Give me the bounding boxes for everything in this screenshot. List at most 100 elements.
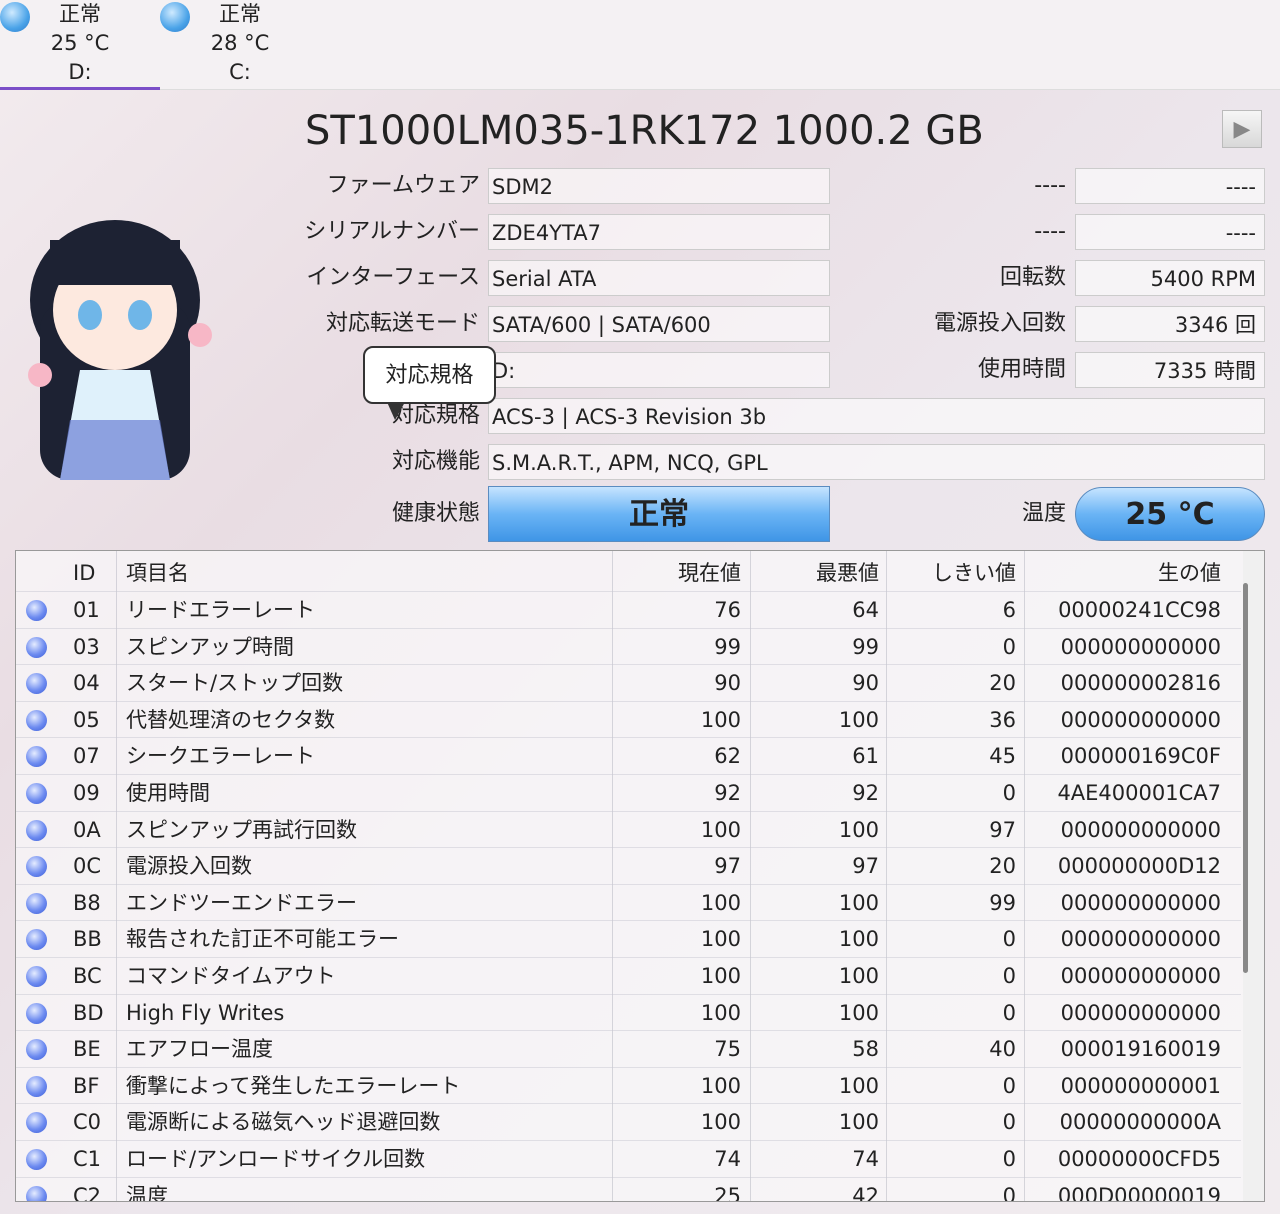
power-on-hours-label: 使用時間 (977, 357, 1066, 382)
table-row[interactable]: BB 報告された訂正不可能エラー 100 100 0 000000000000 (16, 921, 1241, 958)
drive-letter: C: (229, 60, 251, 84)
attr-id: B8 (73, 890, 101, 915)
table-row[interactable]: 01 リードエラーレート 76 64 6 00000241CC98 (16, 592, 1241, 629)
table-row[interactable]: 05 代替処理済のセクタ数 100 100 36 000000000000 (16, 702, 1241, 739)
table-header: ID 項目名 現在値 最悪値 しきい値 生の値 (16, 555, 1241, 592)
header-worst[interactable]: 最悪値 (816, 555, 879, 591)
attr-worst: 100 (838, 1000, 879, 1025)
attr-id: BC (73, 964, 102, 988)
right-value-1: ---- (1075, 168, 1265, 204)
table-row[interactable]: BD High Fly Writes 100 100 0 000000000000 (16, 995, 1241, 1032)
attr-raw: 000000000000 (1060, 964, 1221, 988)
temperature-label: 温度 (1021, 501, 1066, 526)
table-row[interactable]: 09 使用時間 92 92 0 4AE400001CA7 (16, 775, 1241, 812)
attr-worst: 99 (852, 634, 879, 659)
attr-raw: 000000000000 (1060, 1000, 1221, 1025)
table-row[interactable]: 07 シークエラーレート 62 61 45 000000169C0F (16, 738, 1241, 775)
smart-table: ID 項目名 現在値 最悪値 しきい値 生の値 01 リードエラーレート 76 64 6… (15, 550, 1265, 1202)
attr-current: 97 (714, 854, 741, 879)
attr-id: C2 (73, 1183, 102, 1202)
attr-threshold: 99 (989, 890, 1016, 915)
right-value-2: ---- (1075, 214, 1265, 250)
attr-name: High Fly Writes (126, 1000, 285, 1025)
table-row[interactable]: B8 エンドツーエンドエラー 100 100 99 000000000000 (16, 885, 1241, 922)
status-dot-icon (0, 2, 30, 32)
attr-current: 90 (714, 671, 741, 696)
power-on-count-label: 電源投入回数 (933, 311, 1066, 336)
attr-raw: 000000000000 (1060, 634, 1221, 659)
attr-threshold: 0 (1002, 964, 1016, 988)
firmware-label: ファームウェア (326, 173, 480, 198)
features-label: 対応機能 (391, 449, 480, 474)
drive-status: 正常 (219, 2, 261, 26)
right-label-1: ---- (1034, 173, 1066, 198)
attr-threshold: 6 (1002, 598, 1016, 622)
attr-worst: 100 (838, 1073, 879, 1098)
status-dot-icon (160, 2, 190, 32)
attr-threshold: 45 (989, 744, 1016, 769)
attr-name: コマンドタイムアウト (126, 964, 336, 988)
attr-raw: 000000000000 (1060, 927, 1221, 952)
serial-label: シリアルナンバー (304, 219, 480, 244)
status-dot-icon (26, 1075, 47, 1097)
attr-name: ロード/アンロードサイクル回数 (126, 1147, 426, 1171)
attr-raw: 00000000CFD5 (1057, 1147, 1221, 1171)
table-row[interactable]: 0A スピンアップ再試行回数 100 100 97 000000000000 (16, 812, 1241, 849)
attr-id: 03 (73, 634, 100, 659)
firmware-value: SDM2 (488, 168, 830, 204)
attr-current: 76 (714, 598, 741, 622)
table-row[interactable]: C0 電源断による磁気ヘッド退避回数 100 100 0 00000000000A (16, 1104, 1241, 1141)
header-threshold[interactable]: しきい値 (932, 555, 1016, 591)
status-dot-icon (26, 856, 47, 878)
attr-id: 01 (73, 598, 100, 622)
attr-current: 100 (700, 927, 741, 952)
attr-name: 電源断による磁気ヘッド退避回数 (126, 1110, 441, 1135)
table-row[interactable]: BC コマンドタイムアウト 100 100 0 000000000000 (16, 958, 1241, 995)
status-dot-icon (26, 1112, 47, 1134)
next-drive-button[interactable]: ▶ (1222, 110, 1262, 148)
header-current[interactable]: 現在値 (678, 555, 741, 591)
attr-id: 0A (73, 817, 101, 842)
status-dot-icon (26, 600, 47, 621)
attr-raw: 00000000000A (1059, 1110, 1221, 1135)
drive-letter-value: D: (488, 352, 830, 388)
health-status-button[interactable]: 正常 (488, 486, 830, 542)
table-row[interactable]: C2 温度 25 42 0 000D00000019 (16, 1178, 1241, 1202)
header-id[interactable]: ID (73, 555, 95, 591)
attr-id: C0 (73, 1110, 102, 1135)
serial-value: ZDE4YTA7 (488, 214, 830, 250)
table-row[interactable]: BE エアフロー温度 75 58 40 000019160019 (16, 1031, 1241, 1068)
table-row[interactable]: 0C 電源投入回数 97 97 20 000000000D12 (16, 848, 1241, 885)
attr-name: シークエラーレート (126, 744, 315, 769)
status-dot-icon (26, 1002, 47, 1024)
header-raw[interactable]: 生の値 (1158, 555, 1221, 591)
attr-name: スタート/ストップ回数 (126, 671, 344, 696)
attr-threshold: 97 (989, 817, 1016, 842)
attr-name: リードエラーレート (126, 598, 315, 622)
drive-letter: D: (68, 60, 92, 84)
attr-id: 05 (73, 707, 100, 732)
attr-name: 代替処理済のセクタ数 (126, 707, 336, 732)
power-on-hours-value: 7335 時間 (1075, 352, 1265, 388)
table-row[interactable]: 03 スピンアップ時間 99 99 0 000000000000 (16, 629, 1241, 666)
table-row[interactable]: BF 衝撃によって発生したエラーレート 100 100 0 000000000001 (16, 1068, 1241, 1105)
tooltip: 対応規格 (363, 346, 496, 420)
attr-current: 100 (700, 707, 741, 732)
scrollbar-thumb[interactable] (1243, 583, 1248, 973)
table-row[interactable]: C1 ロード/アンロードサイクル回数 74 74 0 00000000CFD5 (16, 1141, 1241, 1178)
attr-name: エアフロー温度 (126, 1037, 273, 1062)
temperature-button[interactable]: 25 °C (1075, 487, 1265, 541)
attr-worst: 92 (852, 781, 879, 805)
attr-id: BE (73, 1037, 101, 1062)
attr-current: 100 (700, 1110, 741, 1135)
attr-current: 100 (700, 1000, 741, 1025)
table-row[interactable]: 04 スタート/ストップ回数 90 90 20 000000002816 (16, 665, 1241, 702)
drive-tab-c[interactable]: 正常 28 °C C: (160, 0, 320, 90)
attr-id: 07 (73, 744, 100, 769)
attr-raw: 000000000000 (1060, 707, 1221, 732)
header-name[interactable]: 項目名 (126, 555, 189, 591)
attr-worst: 100 (838, 707, 879, 732)
attr-current: 99 (714, 634, 741, 659)
drive-tab-d[interactable]: 正常 25 °C D: (0, 0, 160, 90)
attr-worst: 100 (838, 927, 879, 952)
